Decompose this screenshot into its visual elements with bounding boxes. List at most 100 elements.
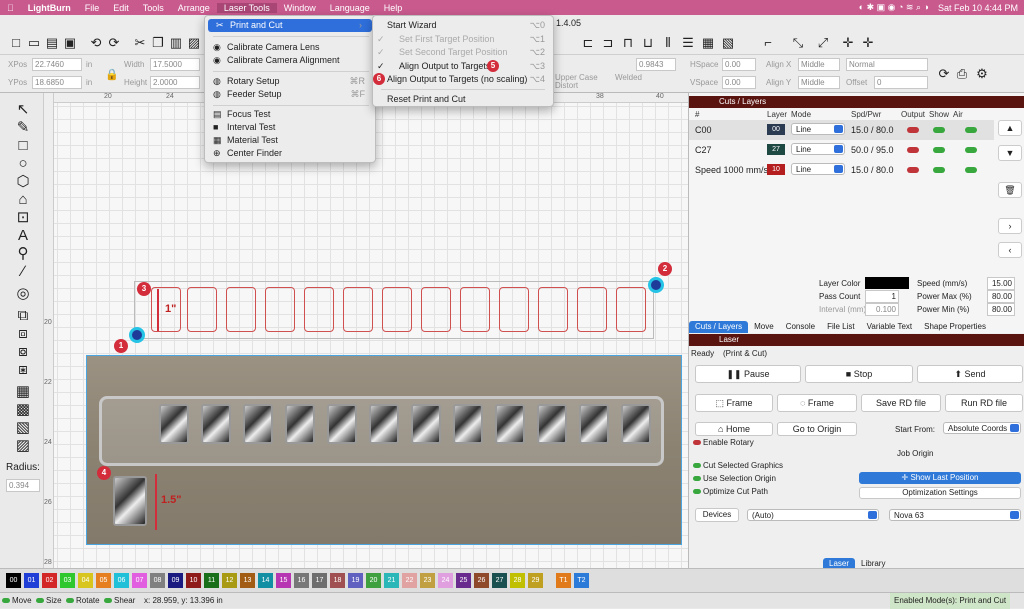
palette-swatch-09[interactable]: 09 bbox=[168, 573, 183, 588]
array-icon[interactable]: ▧ bbox=[14, 419, 32, 437]
lock-icon[interactable]: 🔒 bbox=[104, 67, 120, 83]
palette-swatch-05[interactable]: 05 bbox=[96, 573, 111, 588]
stop-button[interactable]: ■ Stop bbox=[805, 365, 913, 383]
mode-select[interactable]: Line bbox=[791, 123, 845, 135]
menu-file[interactable]: File bbox=[78, 3, 107, 13]
speed-field[interactable]: 15.00 bbox=[987, 277, 1015, 290]
move-up-button[interactable]: ▲ bbox=[998, 120, 1022, 136]
menu-item-print-and-cut[interactable]: ✂ Print and Cut › bbox=[208, 19, 372, 32]
target-marker-2[interactable] bbox=[648, 277, 664, 293]
palette-swatch-24[interactable]: 24 bbox=[438, 573, 453, 588]
measure-tool-icon[interactable]: ∕ bbox=[14, 263, 32, 281]
normal-select[interactable]: Normal bbox=[846, 58, 928, 71]
dock-icon[interactable]: ▦ bbox=[700, 35, 716, 51]
layer-color-swatch[interactable] bbox=[865, 277, 909, 289]
ungroup-icon[interactable]: ▩ bbox=[14, 401, 32, 419]
layer-row[interactable]: C27 27 Line 50.0 / 95.0 bbox=[689, 140, 994, 160]
pass-count-field[interactable]: 1 bbox=[865, 290, 899, 303]
palette-swatch-22[interactable]: 22 bbox=[402, 573, 417, 588]
send-button[interactable]: ⬆ Send bbox=[917, 365, 1023, 383]
show-toggle[interactable] bbox=[933, 127, 945, 133]
layer-row[interactable]: Speed 1000 mm/s 10 Line 15.0 / 80.0 bbox=[689, 160, 994, 180]
tab-move[interactable]: Move bbox=[748, 321, 780, 333]
pause-button[interactable]: ❚❚ Pause bbox=[695, 365, 801, 383]
move-ul-icon[interactable]: ⤡ bbox=[790, 35, 806, 51]
alignx-select[interactable]: Middle bbox=[798, 58, 840, 71]
output-toggle[interactable] bbox=[907, 147, 919, 153]
offset-tool-icon[interactable]: ◎ bbox=[14, 285, 32, 303]
delete-layer-button[interactable]: 🗑 bbox=[998, 182, 1022, 198]
copy-icon[interactable]: ❐ bbox=[150, 35, 166, 51]
tab-cuts-layers[interactable]: Cuts / Layers bbox=[689, 321, 749, 333]
grid-array-icon[interactable]: ▨ bbox=[14, 437, 32, 455]
prev-button[interactable]: ‹ bbox=[998, 242, 1022, 258]
shear-toggle[interactable]: Shear bbox=[104, 596, 135, 606]
menu-item-focus-test[interactable]: ▤ Focus Test bbox=[205, 108, 375, 121]
menu-item-calibrate-lens[interactable]: ◉ Calibrate Camera Lens bbox=[205, 41, 375, 54]
camera-overlay-photo[interactable]: 1.5" 4 bbox=[86, 355, 682, 545]
menu-item-center-finder[interactable]: ⊕ Center Finder bbox=[205, 147, 375, 160]
width-field[interactable]: 17.5000 bbox=[150, 58, 200, 71]
palette-swatch-23[interactable]: 23 bbox=[420, 573, 435, 588]
palette-swatch-11[interactable]: 11 bbox=[204, 573, 219, 588]
palette-swatch-06[interactable]: 06 bbox=[114, 573, 129, 588]
menu-item-interval-test[interactable]: ■ Interval Test bbox=[205, 121, 375, 134]
delete-icon[interactable]: ▨ bbox=[186, 35, 202, 51]
palette-swatch-18[interactable]: 18 bbox=[330, 573, 345, 588]
printer-icon[interactable]: ⎙ bbox=[954, 66, 970, 82]
edit-nodes-icon[interactable]: ✎ bbox=[14, 119, 32, 137]
align-top-icon[interactable]: ⊓ bbox=[620, 35, 636, 51]
palette-swatch-21[interactable]: 21 bbox=[384, 573, 399, 588]
air-toggle[interactable] bbox=[965, 167, 977, 173]
tab-shape-properties[interactable]: Shape Properties bbox=[918, 321, 992, 333]
show-last-position-button[interactable]: ✛ Show Last Position bbox=[859, 472, 1021, 484]
palette-swatch-25[interactable]: 25 bbox=[456, 573, 471, 588]
menu-item-reset-print-and-cut[interactable]: Reset Print and Cut bbox=[373, 93, 553, 106]
undo-icon[interactable]: ⟲ bbox=[88, 35, 104, 51]
palette-swatch-01[interactable]: 01 bbox=[24, 573, 39, 588]
device-name-select[interactable]: Nova 63 bbox=[889, 509, 1021, 521]
apple-icon[interactable]:  bbox=[0, 3, 21, 13]
devices-button[interactable]: Devices bbox=[695, 508, 739, 522]
palette-swatch-08[interactable]: 08 bbox=[150, 573, 165, 588]
palette-swatch-19[interactable]: 19 bbox=[348, 573, 363, 588]
power-max-field[interactable]: 80.00 bbox=[987, 290, 1015, 303]
mode-select[interactable]: Line bbox=[791, 163, 845, 175]
menu-language[interactable]: Language bbox=[323, 3, 377, 13]
palette-swatch-15[interactable]: 15 bbox=[276, 573, 291, 588]
menu-item-rotary-setup[interactable]: ◍ Rotary Setup ⌘R bbox=[205, 75, 375, 88]
move-lr-icon[interactable]: ⌐ bbox=[760, 35, 776, 51]
palette-swatch-29[interactable]: 29 bbox=[528, 573, 543, 588]
output-toggle[interactable] bbox=[907, 167, 919, 173]
polygon-tool-icon[interactable]: ⬡ bbox=[14, 173, 32, 191]
run-rd-button[interactable]: Run RD file bbox=[945, 394, 1023, 412]
size-toggle[interactable]: Size bbox=[36, 596, 62, 606]
height-field[interactable]: 2.0000 bbox=[150, 76, 200, 89]
air-toggle[interactable] bbox=[965, 147, 977, 153]
interval-field[interactable]: 0.100 bbox=[865, 303, 899, 316]
tab-variable-text[interactable]: Variable Text bbox=[861, 321, 919, 333]
device-select[interactable]: (Auto) bbox=[747, 509, 879, 521]
settings-icon[interactable]: ⚙ bbox=[974, 66, 990, 82]
cut-selected-toggle[interactable]: Cut Selected Graphics bbox=[693, 461, 783, 471]
palette-swatch-16[interactable]: 16 bbox=[294, 573, 309, 588]
power-min-field[interactable]: 80.00 bbox=[987, 303, 1015, 316]
align-bottom-icon[interactable]: ⊔ bbox=[640, 35, 656, 51]
palette-swatch-28[interactable]: 28 bbox=[510, 573, 525, 588]
distribute-icon[interactable]: ⫴ bbox=[660, 35, 676, 51]
menu-item-feeder-setup[interactable]: ◍ Feeder Setup ⌘F bbox=[205, 88, 375, 101]
center-cross-icon[interactable]: ✛ bbox=[840, 35, 856, 51]
rotate-icon[interactable]: ⟳ bbox=[936, 66, 952, 82]
tab-console[interactable]: Console bbox=[780, 321, 821, 333]
move-toggle[interactable]: Move bbox=[2, 596, 32, 606]
rectangle-tool-icon[interactable]: □ bbox=[14, 137, 32, 155]
height2-field[interactable]: 0.9843 bbox=[636, 58, 676, 71]
layer-row[interactable]: C00 00 Line 15.0 / 80.0 bbox=[689, 120, 994, 140]
open-folder-icon[interactable]: ▭ bbox=[26, 35, 42, 51]
menu-item-align-output[interactable]: ✓ Align Output to Targets 5 ⌥3 bbox=[373, 60, 553, 73]
radius-field[interactable]: 0.394 bbox=[6, 479, 40, 492]
ellipse-tool-icon[interactable]: ○ bbox=[14, 155, 32, 173]
menu-window[interactable]: Window bbox=[277, 3, 323, 13]
air-toggle[interactable] bbox=[965, 127, 977, 133]
menu-edit[interactable]: Edit bbox=[106, 3, 136, 13]
